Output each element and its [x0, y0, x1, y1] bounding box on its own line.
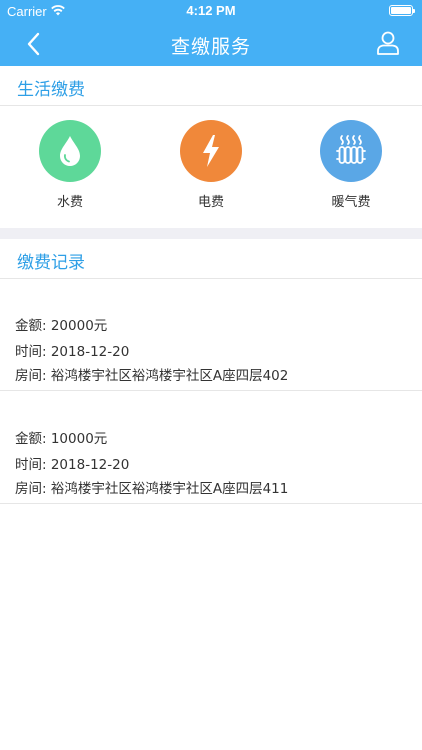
- record-time: 时间: 2018-12-20: [15, 457, 130, 473]
- heating-fee-button[interactable]: 暖气费: [301, 120, 401, 220]
- electricity-fee-button[interactable]: 电费: [161, 120, 261, 220]
- water-drop-icon: [39, 120, 101, 182]
- water-fee-button[interactable]: 水费: [20, 120, 120, 220]
- status-time: 4:12 PM: [186, 3, 236, 18]
- record-amount: 金额: 20000元: [15, 318, 108, 334]
- section-divider: [0, 228, 422, 239]
- living-payment-title: 生活缴费: [17, 80, 85, 100]
- nav-bar: 查缴服务: [0, 22, 422, 66]
- living-payment-header: 生活缴费: [0, 66, 422, 106]
- radiator-icon: [320, 120, 382, 182]
- payment-record[interactable]: 金额: 20000元 时间: 2018-12-20 房间: 裕鸿楼宇社区裕鸿楼宇…: [0, 278, 422, 391]
- payment-record[interactable]: 金额: 10000元 时间: 2018-12-20 房间: 裕鸿楼宇社区裕鸿楼宇…: [0, 391, 422, 504]
- record-time: 时间: 2018-12-20: [15, 344, 130, 360]
- battery-icon: [389, 5, 415, 16]
- water-fee-label: 水费: [56, 195, 83, 210]
- header: Carrier 4:12 PM 查缴服务: [0, 0, 422, 66]
- status-bar: Carrier 4:12 PM: [0, 0, 422, 22]
- heating-fee-label: 暖气费: [331, 195, 371, 210]
- lightning-icon: [180, 120, 242, 182]
- record-amount: 金额: 10000元: [15, 431, 108, 447]
- record-room: 房间: 裕鸿楼宇社区裕鸿楼宇社区A座四层411: [15, 481, 289, 497]
- electricity-fee-label: 电费: [197, 195, 224, 210]
- user-icon[interactable]: [374, 29, 402, 57]
- payment-records-title: 缴费记录: [17, 253, 85, 273]
- page-title: 查缴服务: [170, 36, 251, 58]
- payment-records-header: 缴费记录: [0, 239, 422, 279]
- utility-grid: 水费 电费 暖气费: [0, 107, 422, 227]
- record-room: 房间: 裕鸿楼宇社区裕鸿楼宇社区A座四层402: [15, 368, 289, 384]
- app-screen: Carrier 4:12 PM 查缴服务 生活缴费 水费 电费 暖气费 缴费记录…: [0, 0, 422, 750]
